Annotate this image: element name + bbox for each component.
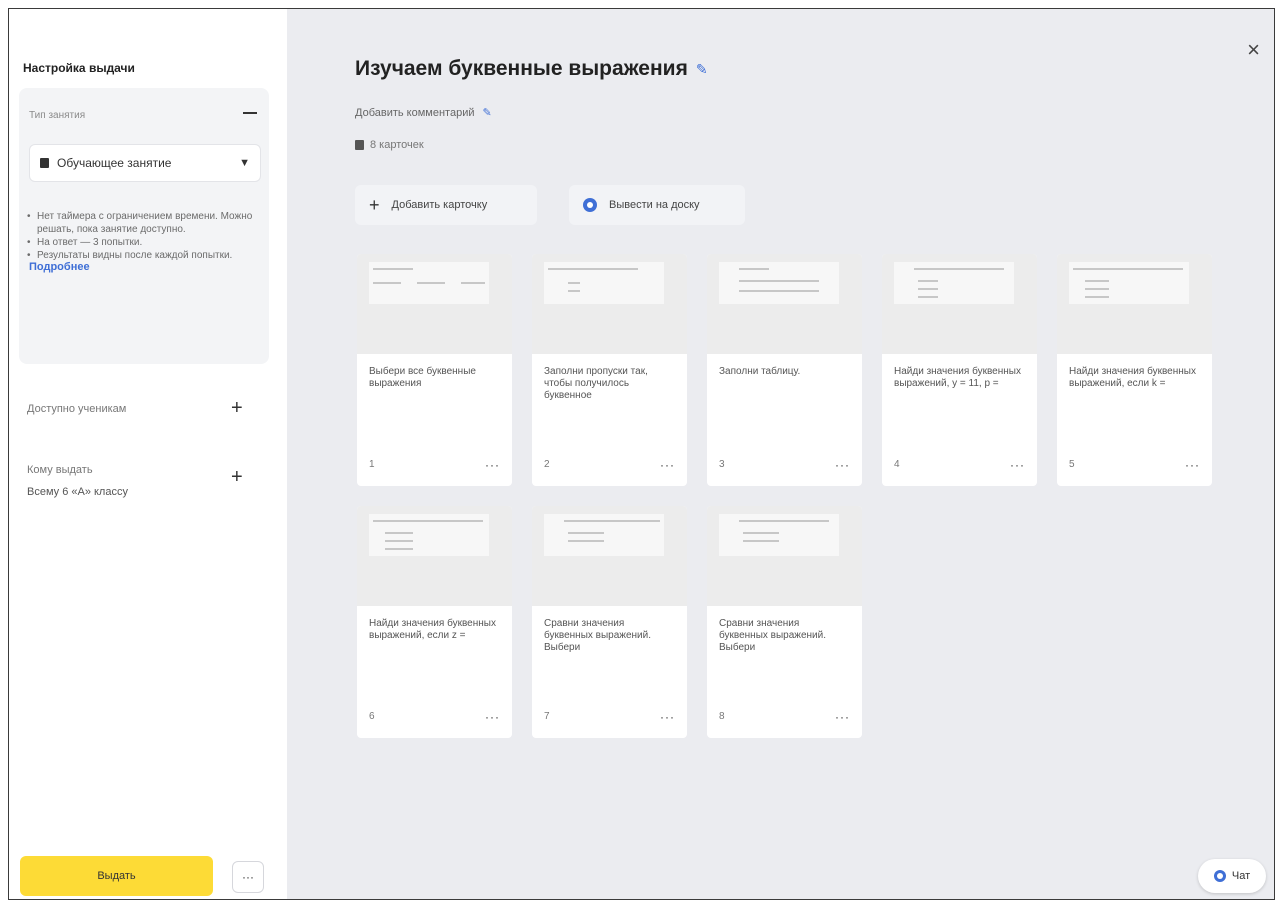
- card-number: 2: [544, 459, 550, 470]
- card-more-icon[interactable]: ···: [485, 710, 500, 724]
- card-count-text: 8 карточек: [370, 139, 424, 151]
- card-text: Заполни таблицу.: [719, 366, 801, 377]
- rule-item: Нет таймера с ограничением времени. Можн…: [27, 210, 267, 236]
- card-thumbnail: [532, 506, 687, 606]
- lesson-type-select[interactable]: Обучающее занятие ▼: [29, 144, 261, 182]
- issue-button[interactable]: Выдать: [20, 856, 213, 896]
- card-thumbnail: [357, 254, 512, 354]
- plus-icon: +: [369, 194, 380, 215]
- chat-label: Чат: [1231, 870, 1251, 882]
- card-text: Найди значения буквенных выражений, у = …: [894, 366, 1021, 389]
- settings-sidebar: Настройка выдачи Тип занятия Обучающее з…: [9, 9, 287, 899]
- card-number: 5: [1069, 459, 1075, 470]
- available-to-students-label: Доступно ученикам: [27, 403, 127, 415]
- card-number: 7: [544, 711, 550, 722]
- more-details-link[interactable]: Подробнее: [29, 261, 90, 273]
- lesson-card[interactable]: Заполни таблицу. 3 ···: [707, 254, 862, 486]
- card-thumbnail: [1057, 254, 1212, 354]
- card-more-icon[interactable]: ···: [835, 458, 850, 472]
- chat-button[interactable]: Чат: [1198, 859, 1266, 893]
- page-title: Изучаем буквенные выражения ✎: [355, 57, 708, 81]
- add-comment-link[interactable]: Добавить комментарий ✎: [355, 106, 492, 120]
- add-recipient-plus-icon[interactable]: +: [231, 467, 243, 487]
- recipient-label: Кому выдать: [27, 464, 93, 476]
- card-more-icon[interactable]: ···: [1010, 458, 1025, 472]
- card-number: 3: [719, 459, 725, 470]
- edit-title-pencil-icon[interactable]: ✎: [696, 61, 708, 78]
- show-on-board-button[interactable]: Вывести на доску: [569, 185, 745, 225]
- add-available-plus-icon[interactable]: +: [231, 398, 243, 418]
- card-text: Найди значения буквенных выражений, если…: [1069, 366, 1196, 389]
- card-more-icon[interactable]: ···: [835, 710, 850, 724]
- lesson-card[interactable]: Выбери все буквенные выражения 1 ···: [357, 254, 512, 486]
- card-thumbnail: [882, 254, 1037, 354]
- lesson-rules-list: Нет таймера с ограничением времени. Можн…: [27, 210, 267, 262]
- page-title-text: Изучаем буквенные выражения: [355, 57, 688, 80]
- lesson-card[interactable]: Найди значения буквенных выражений, у = …: [882, 254, 1037, 486]
- card-number: 8: [719, 711, 725, 722]
- add-card-label: Добавить карточку: [391, 199, 488, 211]
- board-icon: [583, 198, 597, 212]
- lesson-card[interactable]: Найди значения буквенных выражений, если…: [357, 506, 512, 738]
- lesson-card[interactable]: Заполни пропуски так, чтобы получилось б…: [532, 254, 687, 486]
- rule-item: На ответ — 3 попытки.: [27, 236, 267, 249]
- card-thumbnail: [707, 254, 862, 354]
- show-on-board-label: Вывести на доску: [609, 199, 700, 211]
- card-text: Сравни значения буквенных выражений. Выб…: [719, 618, 827, 653]
- chat-icon: [1213, 870, 1226, 882]
- add-card-button[interactable]: + Добавить карточку: [355, 185, 537, 225]
- card-number: 1: [369, 459, 375, 470]
- card-more-icon[interactable]: ···: [1185, 458, 1200, 472]
- cards-icon: [355, 140, 364, 150]
- lesson-main-area: × Изучаем буквенные выражения ✎ Добавить…: [287, 9, 1274, 899]
- lesson-type-value: Обучающее занятие: [57, 156, 172, 170]
- edit-comment-pencil-icon: ✎: [482, 107, 492, 119]
- card-text: Заполни пропуски так, чтобы получилось б…: [544, 366, 648, 401]
- card-number: 6: [369, 711, 375, 722]
- card-more-icon[interactable]: ···: [485, 458, 500, 472]
- lesson-type-label: Тип занятия: [29, 110, 86, 121]
- card-thumbnail: [707, 506, 862, 606]
- lesson-card[interactable]: Сравни значения буквенных выражений. Выб…: [532, 506, 687, 738]
- lesson-card[interactable]: Найди значения буквенных выражений, если…: [1057, 254, 1212, 486]
- lesson-type-panel: Тип занятия Обучающее занятие ▼ Нет тайм…: [19, 88, 269, 364]
- modal-window: Настройка выдачи Тип занятия Обучающее з…: [8, 8, 1275, 900]
- card-text: Сравни значения буквенных выражений. Выб…: [544, 618, 652, 653]
- book-icon: [40, 158, 49, 168]
- card-more-icon[interactable]: ···: [660, 710, 675, 724]
- add-comment-text: Добавить комментарий: [355, 106, 475, 119]
- card-thumbnail: [357, 506, 512, 606]
- card-count: 8 карточек: [355, 139, 424, 151]
- card-thumbnail: [532, 254, 687, 354]
- sidebar-title: Настройка выдачи: [23, 61, 135, 75]
- more-options-button[interactable]: ···: [232, 861, 264, 893]
- card-text: Выбери все буквенные выражения: [369, 366, 476, 389]
- close-icon[interactable]: ×: [1247, 39, 1260, 61]
- card-text: Найди значения буквенных выражений, если…: [369, 618, 496, 641]
- collapse-minus-icon[interactable]: [243, 112, 257, 114]
- card-more-icon[interactable]: ···: [660, 458, 675, 472]
- chevron-down-icon: ▼: [239, 157, 250, 169]
- recipient-value: Всему 6 «А» классу: [27, 486, 128, 498]
- lesson-card[interactable]: Сравни значения буквенных выражений. Выб…: [707, 506, 862, 738]
- card-number: 4: [894, 459, 900, 470]
